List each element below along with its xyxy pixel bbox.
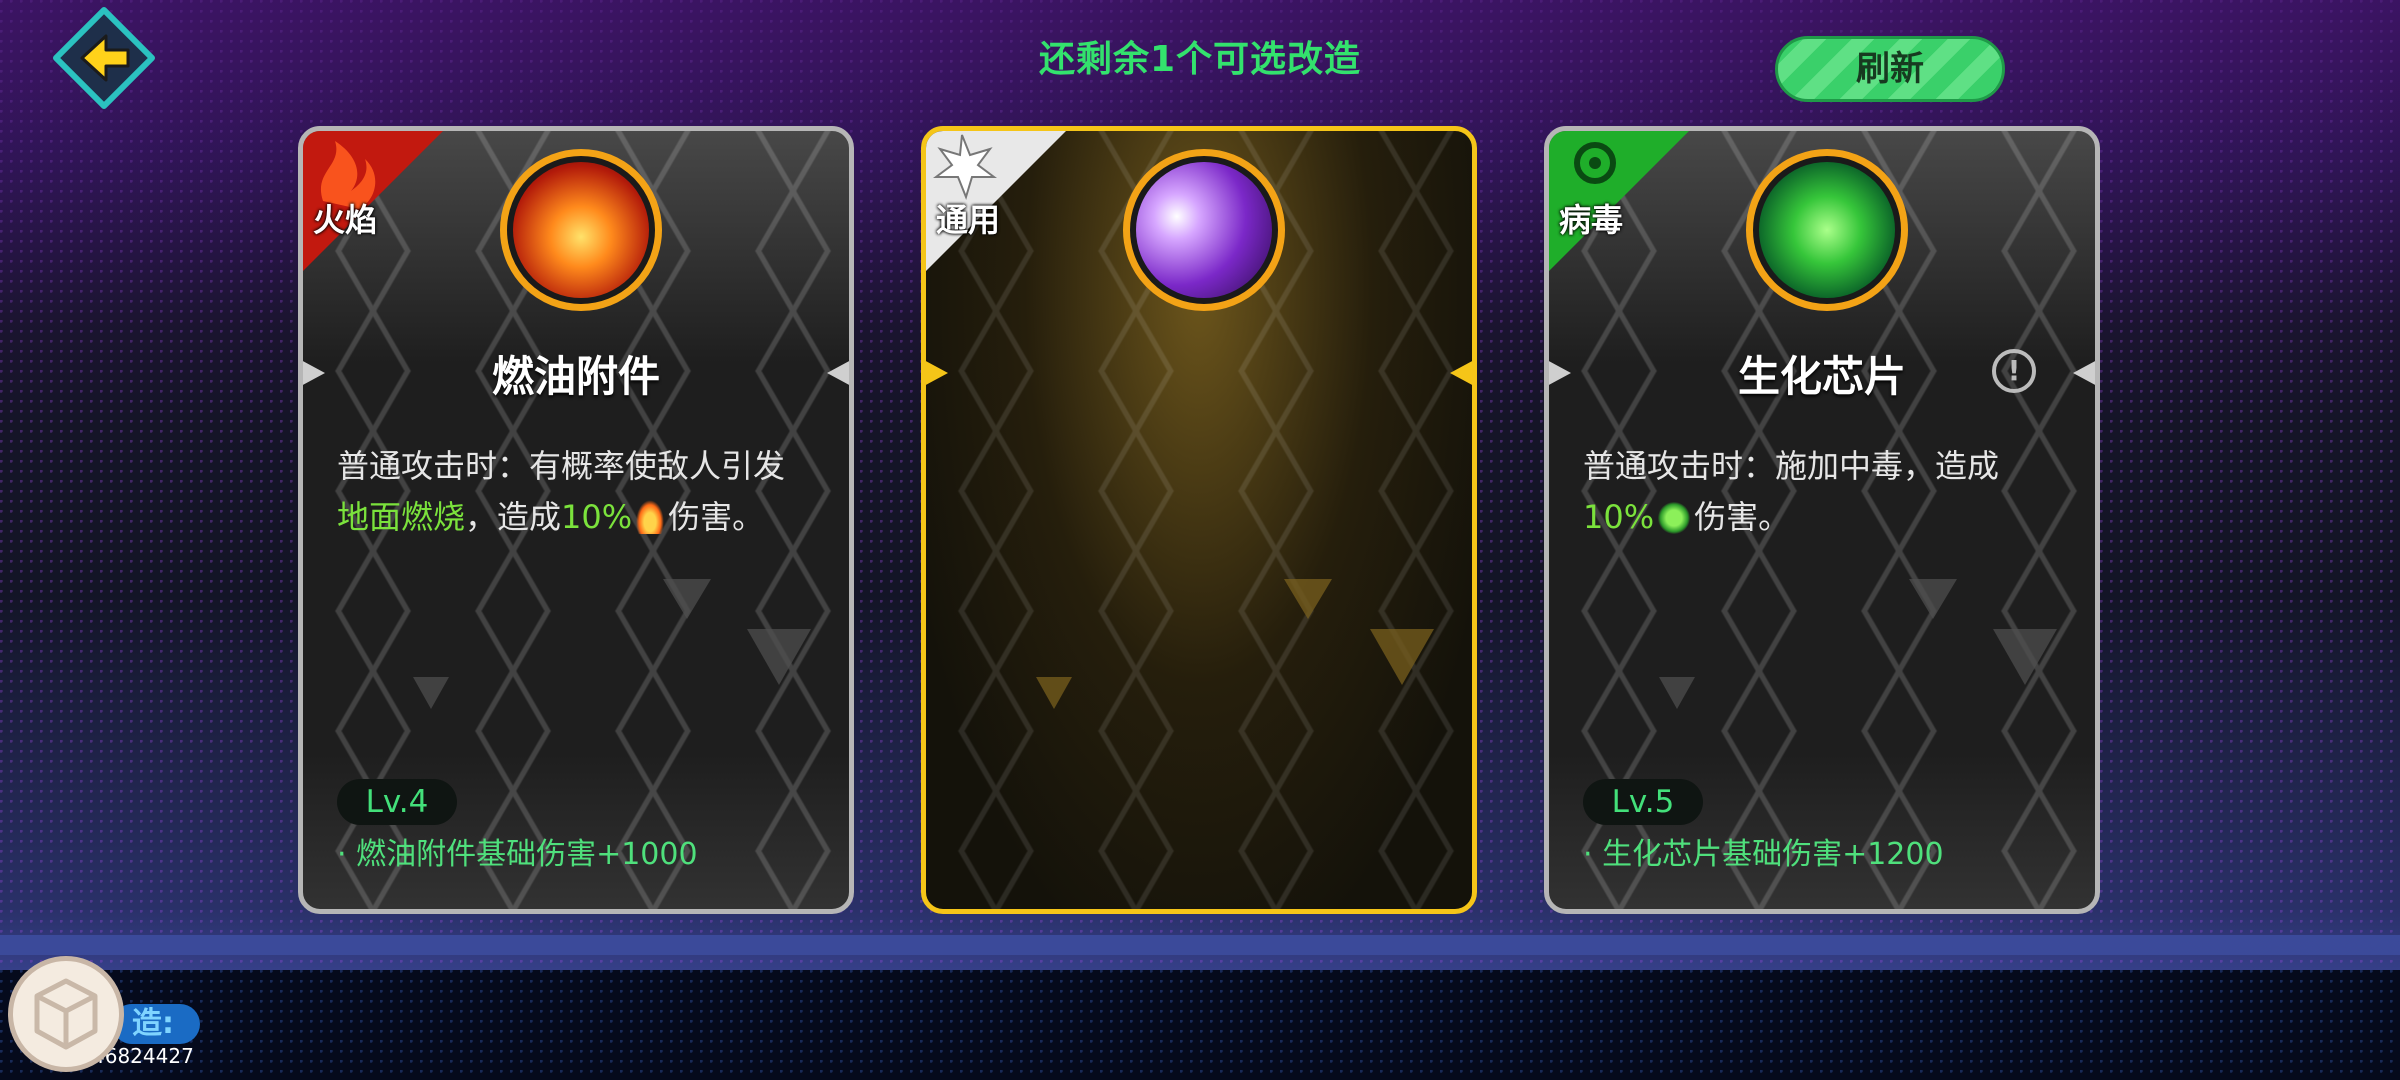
desc-line-2: 10% 伤害。 bbox=[1583, 492, 2083, 543]
level-badge: Lv.4 bbox=[337, 779, 457, 825]
card-category-label: 病毒 bbox=[1559, 201, 1624, 239]
desc-percent: 10% bbox=[1583, 498, 1655, 536]
bottom-bar bbox=[0, 970, 2400, 1080]
level-badge: Lv.5 bbox=[1583, 779, 1703, 825]
level-bonus: · 燃油附件基础伤害+1000 bbox=[337, 837, 698, 872]
biochemical-chip-icon bbox=[1746, 149, 1908, 311]
left-notch bbox=[926, 359, 948, 387]
decor-triangle bbox=[1659, 677, 1695, 709]
desc-line-2: 地面燃烧，造成10% 伤害。 bbox=[337, 492, 837, 543]
bottom-divider bbox=[0, 935, 2400, 955]
card-category-label: 通用 bbox=[936, 201, 1001, 239]
fire-damage-icon bbox=[636, 500, 665, 534]
card-name: 燃油附件 bbox=[491, 352, 660, 401]
card-category-label: 火焰 bbox=[313, 201, 378, 239]
cube-button[interactable] bbox=[8, 956, 124, 1072]
remaining-modifications-title: 还剩余1个可选改造 bbox=[1038, 39, 1362, 80]
poison-damage-icon bbox=[1658, 502, 1691, 534]
footer-label: 造: bbox=[112, 1004, 200, 1044]
desc-tail: 伤害。 bbox=[1694, 498, 1791, 536]
card-fuel-attachment[interactable]: 火焰 燃油附件 普通攻击时：有概率使敌人引发 地面燃烧，造成10% 伤害。 Lv.… bbox=[298, 126, 854, 914]
right-notch bbox=[1450, 359, 1472, 387]
decor-triangle bbox=[1284, 579, 1332, 619]
desc-highlight: 地面燃烧 bbox=[337, 498, 466, 536]
decor-triangle bbox=[1036, 677, 1072, 709]
card-description: 普通攻击时：有概率使敌人引发 地面燃烧，造成10% 伤害。 bbox=[337, 441, 837, 543]
back-icon bbox=[53, 7, 155, 109]
desc-tail: 伤害。 bbox=[668, 498, 765, 536]
general-modification-icon bbox=[1123, 149, 1285, 311]
cube-icon bbox=[34, 978, 98, 1050]
info-icon[interactable]: ! bbox=[1992, 349, 2036, 393]
refresh-button[interactable]: 刷新 bbox=[1775, 36, 2005, 102]
desc-line-1: 普通攻击时：施加中毒，造成 bbox=[1583, 447, 2000, 485]
fuel-attachment-icon bbox=[500, 149, 662, 311]
desc-mid: ，造成 bbox=[465, 498, 562, 536]
card-description: 普通攻击时：施加中毒，造成 10% 伤害。 bbox=[1583, 441, 2083, 543]
card-general-selected[interactable]: 通用 bbox=[921, 126, 1477, 914]
back-button[interactable] bbox=[52, 6, 156, 110]
decor-triangle bbox=[413, 677, 449, 709]
decor-triangle bbox=[747, 629, 811, 685]
card-biochemical-chip[interactable]: 病毒 生化芯片 ! 普通攻击时：施加中毒，造成 10% 伤害。 Lv.5 · 生化… bbox=[1544, 126, 2100, 914]
decor-triangle bbox=[1909, 579, 1957, 619]
decor-triangle bbox=[1370, 629, 1434, 685]
decor-triangle bbox=[1993, 629, 2057, 685]
desc-line-1: 普通攻击时：有概率使敌人引发 bbox=[337, 447, 786, 485]
level-bonus: · 生化芯片基础伤害+1200 bbox=[1583, 837, 1944, 872]
desc-percent: 10% bbox=[561, 498, 633, 536]
decor-triangle bbox=[663, 579, 711, 619]
